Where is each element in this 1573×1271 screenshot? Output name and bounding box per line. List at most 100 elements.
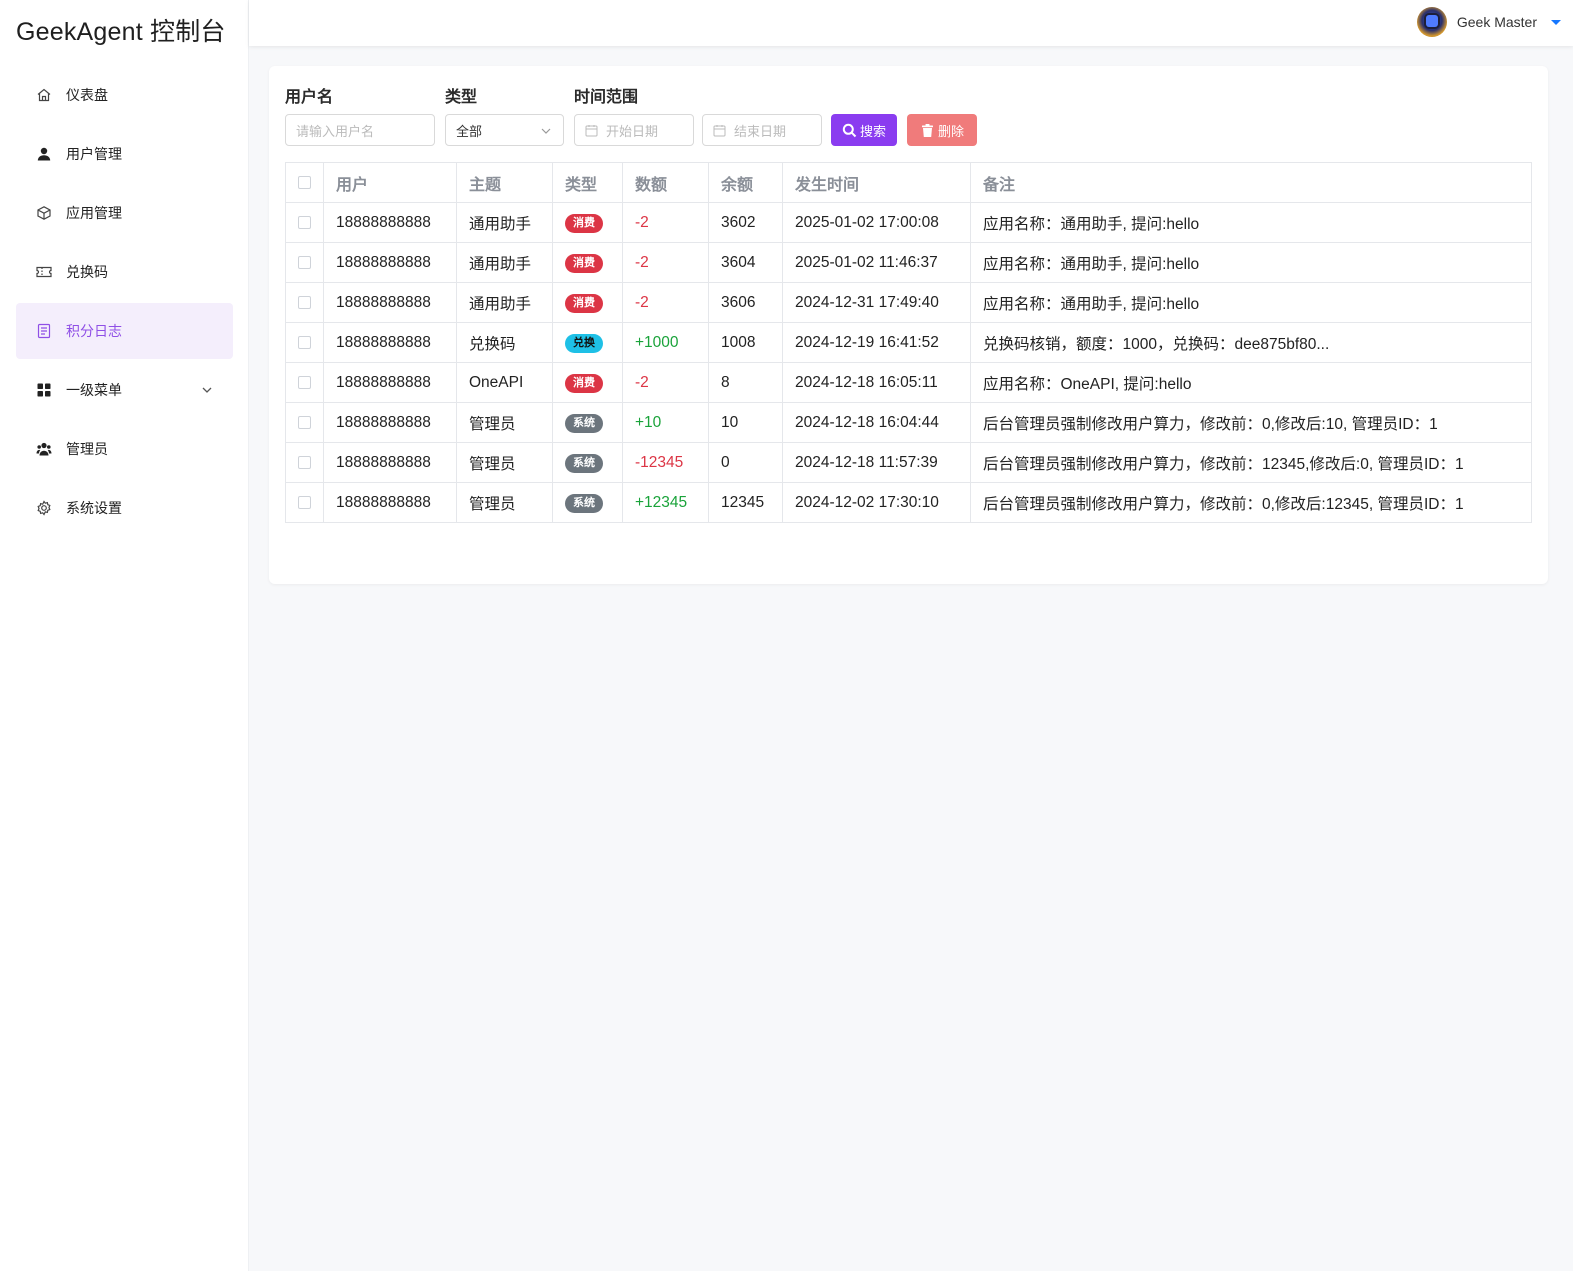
- cell-amount: +12345: [622, 482, 709, 523]
- sidebar-item-users[interactable]: 用户管理: [16, 126, 233, 182]
- cell-balance: 10: [708, 402, 783, 443]
- cell-type: 系统: [552, 442, 623, 483]
- table-row: 18888888888 OneAPI 消费 -2 8 2024-12-18 16…: [285, 362, 1532, 403]
- cell-user: 18888888888: [323, 282, 457, 323]
- points-log-card: 用户名 类型 时间范围 请输入用户名 全部 开始日期 结束日期 搜索 删除 用户…: [269, 66, 1548, 584]
- select-all-checkbox[interactable]: [298, 175, 311, 189]
- sidebar-item-label: 应用管理: [66, 206, 122, 222]
- table-row: 18888888888 兑换码 兑换 +1000 1008 2024-12-19…: [285, 322, 1532, 363]
- sidebar-item-dashboard[interactable]: 仪表盘: [16, 67, 233, 123]
- cell-amount: -2: [622, 242, 709, 283]
- search-button[interactable]: 搜索: [831, 114, 897, 146]
- column-header-balance: 余额: [708, 162, 783, 203]
- table-row: 18888888888 通用助手 消费 -2 3602 2025-01-02 1…: [285, 202, 1532, 243]
- type-badge: 消费: [565, 253, 603, 273]
- select-all-cell: [285, 162, 324, 203]
- cell-time: 2024-12-18 16:04:44: [782, 402, 971, 443]
- cell-type: 系统: [552, 482, 623, 523]
- type-badge: 兑换: [565, 333, 603, 353]
- row-checkbox[interactable]: [298, 415, 311, 429]
- type-badge: 系统: [565, 453, 603, 473]
- delete-button[interactable]: 删除: [907, 114, 977, 146]
- sidebar-item-admins[interactable]: 管理员: [16, 421, 233, 477]
- cell-subject: 管理员: [456, 442, 553, 483]
- cell-time: 2024-12-31 17:49:40: [782, 282, 971, 323]
- user-icon: [36, 146, 52, 162]
- row-checkbox-cell: [285, 322, 324, 363]
- row-checkbox[interactable]: [298, 375, 311, 389]
- sidebar-item-settings[interactable]: 系统设置: [16, 480, 233, 536]
- start-date-input[interactable]: 开始日期: [574, 114, 694, 146]
- cell-amount: -2: [622, 202, 709, 243]
- cell-user: 18888888888: [323, 482, 457, 523]
- column-header-remark: 备注: [970, 162, 1532, 203]
- caret-down-icon[interactable]: [1551, 19, 1561, 25]
- home-icon: [36, 87, 52, 103]
- cell-remark: 应用名称：通用助手, 提问:hello: [970, 202, 1532, 243]
- cell-amount: -2: [622, 282, 709, 323]
- row-checkbox[interactable]: [298, 295, 311, 309]
- end-date-placeholder: 结束日期: [734, 124, 787, 140]
- sidebar-item-level1-menu[interactable]: 一级菜单: [16, 362, 233, 418]
- type-badge: 系统: [565, 493, 603, 513]
- cell-time: 2025-01-02 17:00:08: [782, 202, 971, 243]
- search-icon: [842, 123, 857, 137]
- cell-amount: +1000: [622, 322, 709, 363]
- end-date-input[interactable]: 结束日期: [702, 114, 822, 146]
- type-select[interactable]: 全部: [445, 114, 564, 146]
- cell-type: 消费: [552, 202, 623, 243]
- row-checkbox[interactable]: [298, 495, 311, 509]
- sidebar-item-label: 用户管理: [66, 147, 122, 163]
- table-row: 18888888888 通用助手 消费 -2 3604 2025-01-02 1…: [285, 242, 1532, 283]
- row-checkbox[interactable]: [298, 255, 311, 269]
- cell-remark: 应用名称：通用助手, 提问:hello: [970, 282, 1532, 323]
- start-date-placeholder: 开始日期: [606, 124, 659, 140]
- sidebar-item-label: 一级菜单: [66, 383, 122, 399]
- cell-remark: 后台管理员强制修改用户算力，修改前：12345,修改后:0, 管理员ID：1: [970, 442, 1532, 483]
- cell-remark: 应用名称：OneAPI, 提问:hello: [970, 362, 1532, 403]
- cell-time: 2025-01-02 11:46:37: [782, 242, 971, 283]
- cell-balance: 0: [708, 442, 783, 483]
- sidebar-item-redeem-codes[interactable]: 兑换码: [16, 244, 233, 300]
- avatar[interactable]: [1416, 7, 1447, 37]
- calendar-icon: [585, 124, 598, 136]
- cell-amount: -12345: [622, 442, 709, 483]
- sidebar-item-apps[interactable]: 应用管理: [16, 185, 233, 241]
- cell-type: 消费: [552, 362, 623, 403]
- row-checkbox[interactable]: [298, 335, 311, 349]
- username-placeholder: 请输入用户名: [296, 124, 375, 140]
- ticket-icon: [36, 264, 52, 280]
- cell-amount: +10: [622, 402, 709, 443]
- type-badge: 系统: [565, 413, 603, 433]
- type-select-value: 全部: [456, 124, 483, 140]
- cell-subject: 管理员: [456, 482, 553, 523]
- cell-balance: 3604: [708, 242, 783, 283]
- user-name: Geek Master: [1456, 14, 1537, 30]
- table-row: 18888888888 管理员 系统 +10 10 2024-12-18 16:…: [285, 402, 1532, 443]
- cube-icon: [36, 205, 52, 221]
- cell-balance: 3606: [708, 282, 783, 323]
- cell-remark: 应用名称：通用助手, 提问:hello: [970, 242, 1532, 283]
- cell-subject: 通用助手: [456, 202, 553, 243]
- table-row: 18888888888 通用助手 消费 -2 3606 2024-12-31 1…: [285, 282, 1532, 323]
- column-header-time: 发生时间: [782, 162, 971, 203]
- team-icon: [36, 441, 52, 457]
- cell-user: 18888888888: [323, 362, 457, 403]
- search-button-label: 搜索: [859, 124, 886, 140]
- column-header-subject: 主题: [456, 162, 553, 203]
- cell-time: 2024-12-02 17:30:10: [782, 482, 971, 523]
- row-checkbox[interactable]: [298, 215, 311, 229]
- row-checkbox-cell: [285, 442, 324, 483]
- cell-user: 18888888888: [323, 202, 457, 243]
- type-label: 类型: [445, 87, 478, 106]
- sidebar-item-label: 管理员: [66, 442, 108, 458]
- user-menu[interactable]: Geek Master: [1416, 7, 1561, 37]
- cell-time: 2024-12-18 11:57:39: [782, 442, 971, 483]
- username-input[interactable]: 请输入用户名: [285, 114, 435, 146]
- gear-icon: [36, 500, 52, 516]
- sidebar-item-points-log[interactable]: 积分日志: [16, 303, 233, 359]
- cell-type: 消费: [552, 282, 623, 323]
- row-checkbox[interactable]: [298, 455, 311, 469]
- row-checkbox-cell: [285, 362, 324, 403]
- sidebar-item-label: 兑换码: [66, 265, 108, 281]
